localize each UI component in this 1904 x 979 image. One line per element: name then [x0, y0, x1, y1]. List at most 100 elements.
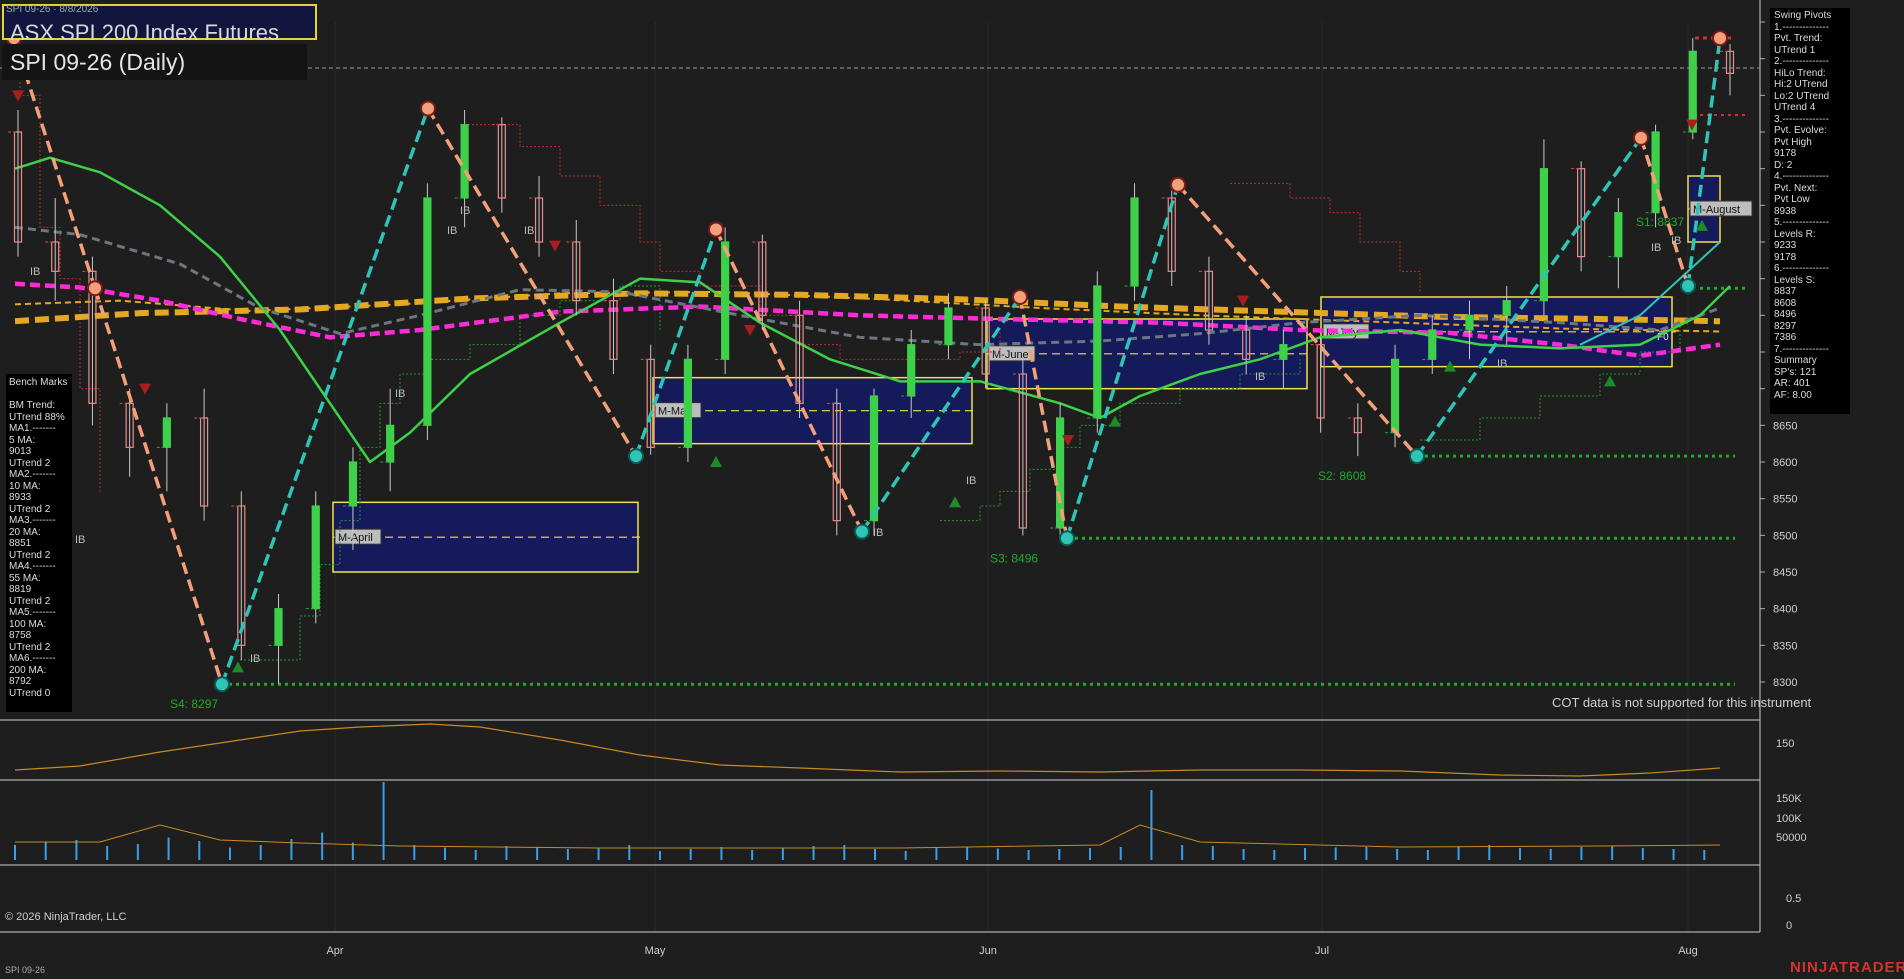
swing-pivots-line: 9233: [1774, 240, 1797, 251]
pivot-low-marker: [1059, 530, 1075, 547]
bench-marks-line: MA2.-------: [9, 469, 56, 480]
x-tick-label: Aug: [1678, 945, 1698, 957]
y-tick-label: 8300: [1773, 677, 1797, 689]
pivot-high-marker: [420, 100, 436, 117]
bench-marks-line: MA5.-------: [9, 607, 56, 618]
candle-body: [1279, 344, 1288, 360]
brand-logo: NINJATRADER: [1790, 959, 1904, 976]
swing-pivots-line: D: 2: [1774, 159, 1793, 171]
chart-background: [0, 0, 1904, 979]
swing-pivots-line: Pvt Low: [1774, 194, 1810, 205]
swing-pivots-line: SP's: 121: [1774, 366, 1817, 378]
candle-body: [907, 344, 916, 397]
lower-tick-label: 0.5: [1786, 893, 1801, 905]
pivot-low-marker: [854, 523, 870, 540]
bench-marks-line: UTrend 2: [9, 549, 51, 561]
instrument-title: ASX SPI 200 Index Futures: [10, 20, 280, 45]
bench-marks-line: 5 MA:: [9, 434, 36, 446]
swing-pivots-line: AF: 8.00: [1774, 389, 1812, 401]
candle-body: [869, 395, 879, 522]
oscillator-tick-label: 150: [1776, 738, 1794, 750]
swing-pivots-line: 7386: [1774, 332, 1797, 343]
ib-label: IB: [873, 527, 883, 539]
candle-body: [274, 608, 283, 646]
bench-marks-line: MA3.-------: [9, 515, 56, 526]
ib-label: IB: [250, 653, 260, 665]
price-chart[interactable]: M-AprilM-MayM-JuneM-JulyM-AugustF0 S4: 8…: [0, 0, 1904, 979]
pivot-high-marker: [1712, 30, 1728, 47]
ib-label: IB: [1497, 358, 1507, 370]
y-tick-label: 8600: [1773, 457, 1797, 469]
bench-marks-line: UTrend 2: [9, 503, 51, 515]
y-tick-label: 8550: [1773, 494, 1797, 506]
swing-pivots-line: 4.--------------: [1774, 171, 1829, 182]
swing-pivots-line: 6.--------------: [1774, 263, 1829, 274]
bench-marks-line: MA6.-------: [9, 653, 56, 664]
bench-marks-line: [9, 389, 69, 401]
x-tick-label: May: [645, 945, 666, 957]
bench-marks-line: 20 MA:: [9, 526, 41, 538]
bench-marks-line: 100 MA:: [9, 618, 47, 630]
swing-pivots-line: Summary: [1774, 355, 1817, 366]
candle-body: [683, 358, 693, 448]
bench-marks-line: 8819: [9, 584, 32, 595]
swing-pivots-panel: Swing Pivots 1.-------------- Pvt. Trend: U…: [1770, 8, 1850, 414]
swing-pivots-line: Levels S:: [1774, 274, 1816, 286]
pivot-high-marker: [708, 221, 724, 238]
support-label: S3: 8496: [990, 551, 1038, 565]
swing-pivots-line: Pvt. Evolve:: [1774, 125, 1827, 136]
ib-label: IB: [447, 225, 457, 237]
bench-marks-line: MA1.-------: [9, 423, 56, 434]
cot-note: COT data is not supported for this instr…: [1552, 695, 1812, 710]
swing-pivots-line: AR: 401: [1774, 378, 1811, 389]
swing-pivots-line: UTrend 4: [1774, 102, 1816, 113]
x-tick-label: Jul: [1315, 945, 1329, 957]
bench-marks-line: UTrend 0: [9, 687, 51, 699]
swing-pivots-line: Pvt. Next:: [1774, 182, 1818, 194]
bench-marks-line: 8758: [9, 630, 32, 641]
ib-label: IB: [966, 475, 976, 487]
y-tick-label: 8400: [1773, 604, 1797, 616]
top-tag: SPI 09-26 · 8/8/2026: [6, 4, 99, 15]
swing-pivots-line: 2.--------------: [1774, 56, 1829, 67]
month-box-label: M-April: [338, 532, 373, 544]
swing-pivots-line: UTrend 1: [1774, 44, 1816, 56]
swing-pivots-line: 9178: [1774, 148, 1797, 159]
support-label: S2: 8608: [1318, 469, 1366, 483]
support-label: S1: 8837: [1636, 215, 1684, 229]
swing-pivots-line: 5.--------------: [1774, 217, 1829, 228]
contract-label: SPI 09-26 (Daily): [10, 49, 186, 75]
swing-pivots-line: 8297: [1774, 320, 1797, 332]
swing-pivots-line: 7.--------------: [1774, 343, 1829, 355]
bench-marks-line: 55 MA:: [9, 572, 41, 584]
bench-marks-line: 9013: [9, 446, 32, 457]
bench-marks-line: UTrend 2: [9, 457, 51, 469]
bench-marks-line: 8792: [9, 676, 32, 687]
candle-body: [944, 307, 953, 346]
ib-label: IB: [75, 534, 85, 546]
lower-tick-label: 0: [1786, 920, 1792, 932]
swing-pivots-line: Pvt High: [1774, 136, 1812, 148]
candle-body: [423, 197, 432, 426]
ib-label: IB: [1671, 235, 1681, 247]
ib-label: IB: [1255, 371, 1265, 383]
bench-marks-line: 8851: [9, 538, 32, 549]
pivot-high-marker: [1012, 289, 1028, 305]
swing-pivots-line: HiLo Trend:: [1774, 67, 1826, 79]
bench-marks-line: 200 MA:: [9, 664, 47, 676]
x-tick-label: Jun: [979, 945, 997, 957]
candle-body: [348, 461, 358, 507]
swing-pivots-line: Pvt. Trend:: [1774, 33, 1823, 44]
bench-marks-line: UTrend 88%: [9, 411, 65, 423]
bench-marks-panel: Bench Marks BM Trend: UTrend 88% MA1.-----…: [6, 374, 72, 712]
bench-marks-line: BM Trend:: [9, 400, 56, 411]
candle-body: [460, 124, 469, 199]
bench-marks-line: MA4.-------: [9, 561, 56, 572]
swing-pivots-line: Lo:2 UTrend: [1774, 90, 1830, 102]
bench-marks-line: 8933: [9, 492, 32, 503]
candle-body: [311, 505, 320, 610]
y-tick-label: 8450: [1773, 567, 1797, 579]
x-tick-label: Apr: [326, 945, 343, 957]
candle-body: [1093, 285, 1102, 419]
swing-pivots-line: 8496: [1774, 309, 1797, 320]
